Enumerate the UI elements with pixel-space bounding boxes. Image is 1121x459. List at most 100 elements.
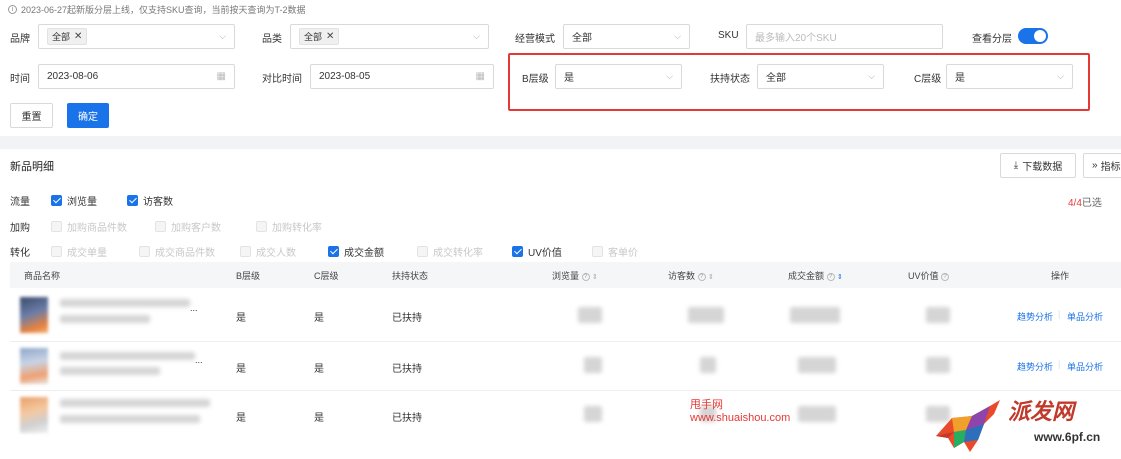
- info-icon: i: [8, 5, 17, 14]
- product-thumbnail: [20, 348, 48, 384]
- chevron-down-icon: ⌵: [219, 31, 226, 41]
- col-views[interactable]: 浏览量 ? ⇕: [552, 269, 598, 282]
- mode-label: 经营模式: [515, 34, 555, 45]
- download-icon: ⤓: [1013, 160, 1019, 171]
- layer-toggle-label: 查看分层: [972, 34, 1012, 45]
- help-icon: ?: [581, 272, 590, 281]
- metric-row-cart: 加购 加购商品件数 加购客户数 加购转化率: [10, 219, 1010, 234]
- sort-icon: ⇕: [592, 274, 598, 281]
- cell-uv-blurred: [926, 307, 950, 323]
- indicator-label: 指标: [1100, 162, 1121, 173]
- chevron-down-icon: ⌵: [1057, 71, 1064, 81]
- metric-row-conversion: 转化 成交单量 成交商品件数 成交人数 成交金额 成交转化率 UV价值 客单价: [10, 244, 1010, 259]
- product-name-blurred: [60, 399, 210, 407]
- mode-value: 全部: [572, 33, 592, 44]
- product-thumbnail: [20, 397, 48, 433]
- checkbox-conversion-rate[interactable]: 成交转化率: [417, 244, 512, 259]
- checkbox-buyers[interactable]: 成交人数: [240, 244, 328, 259]
- col-amount[interactable]: 成交金额 ? ⇕: [788, 269, 843, 282]
- confirm-button[interactable]: 确定: [67, 103, 109, 128]
- cell-amount-blurred: [798, 357, 836, 373]
- product-name-suffix: ...: [195, 355, 203, 365]
- col-b-level: B层级: [236, 271, 261, 281]
- cell-visitors-blurred: [700, 357, 716, 373]
- product-sub-blurred: [60, 367, 160, 375]
- sort-icon: ⇕: [708, 274, 714, 281]
- cell-support: 已扶持: [392, 413, 422, 424]
- tag-close-icon[interactable]: ✕: [74, 31, 82, 42]
- checkbox-amount[interactable]: 成交金额: [328, 244, 417, 259]
- chevron-down-icon: ⌵: [674, 31, 681, 41]
- selected-count: 4/4已选: [1068, 198, 1102, 209]
- sku-input[interactable]: 最多输入20个SKU: [746, 24, 943, 49]
- date-picker[interactable]: 2023-08-06 ▦: [38, 64, 235, 89]
- c-level-value: 是: [955, 73, 965, 84]
- checkbox-avg-price[interactable]: 客单价: [592, 244, 638, 259]
- col-visitors[interactable]: 访客数 ? ⇕: [668, 269, 714, 282]
- trend-analysis-link[interactable]: 趋势分析: [1017, 310, 1053, 323]
- category-label: 品类: [262, 34, 282, 45]
- watermark-site-url: www.shuaishou.com: [690, 412, 791, 424]
- metric-group-label: 流量: [10, 197, 30, 208]
- cell-c-level: 是: [314, 364, 324, 375]
- cell-views-blurred: [578, 307, 602, 323]
- section-divider: [0, 136, 1121, 149]
- brand-tag: 全部 ✕: [47, 28, 88, 45]
- compare-date-label: 对比时间: [262, 74, 302, 85]
- cell-c-level: 是: [314, 413, 324, 424]
- checkbox-views[interactable]: 浏览量: [51, 193, 127, 208]
- checkbox-cart-items[interactable]: 加购商品件数: [51, 219, 155, 234]
- b-level-value: 是: [564, 73, 574, 84]
- single-analysis-link[interactable]: 单品分析: [1067, 310, 1103, 323]
- sku-placeholder: 最多输入20个SKU: [755, 33, 837, 44]
- support-select[interactable]: 全部 ⌵: [757, 64, 884, 89]
- single-analysis-link[interactable]: 单品分析: [1067, 360, 1103, 373]
- c-level-select[interactable]: 是 ⌵: [946, 64, 1073, 89]
- reset-button[interactable]: 重置: [10, 103, 53, 128]
- table-row: ... 是 是 已扶持 趋势分析 | 单品分析: [10, 342, 1121, 390]
- notice-bar: i 2023-06-27起新版分层上线，仅支持SKU查询，当前按天查询为T-2数…: [8, 3, 306, 16]
- chevron-down-icon: ⌵: [868, 71, 875, 81]
- cell-support: 已扶持: [392, 364, 422, 375]
- product-thumbnail: [20, 297, 48, 333]
- product-name-blurred: [60, 352, 195, 360]
- support-value: 全部: [766, 73, 786, 84]
- cell-views-blurred: [584, 357, 602, 373]
- mode-select[interactable]: 全部 ⌵: [563, 24, 690, 49]
- tag-close-icon[interactable]: ✕: [326, 31, 334, 42]
- checkbox-uv-value[interactable]: UV价值: [512, 244, 592, 259]
- trend-analysis-link[interactable]: 趋势分析: [1017, 360, 1053, 373]
- brand-label: 品牌: [10, 34, 30, 45]
- checkbox-cart-rate[interactable]: 加购转化率: [256, 219, 322, 234]
- indicator-button[interactable]: » 指标: [1083, 153, 1121, 178]
- metric-group-label: 加购: [10, 223, 30, 234]
- checkbox-order-items[interactable]: 成交商品件数: [139, 244, 240, 259]
- date-value: 2023-08-06: [47, 71, 99, 82]
- chevron-down-icon: ⌵: [473, 31, 480, 41]
- category-select[interactable]: 全部 ✕ ⌵: [290, 24, 489, 49]
- compare-date-picker[interactable]: 2023-08-05 ▦: [310, 64, 494, 89]
- download-button[interactable]: ⤓ 下载数据: [1000, 153, 1076, 178]
- metric-row-traffic: 流量 浏览量 访客数: [10, 193, 1010, 208]
- layer-toggle[interactable]: [1018, 28, 1048, 44]
- b-level-label: B层级: [522, 74, 549, 85]
- product-sub-blurred: [60, 315, 150, 323]
- logo-text: 派发网: [1008, 399, 1075, 425]
- brand-select[interactable]: 全部 ✕ ⌵: [38, 24, 235, 49]
- help-icon: ?: [941, 272, 950, 281]
- b-level-select[interactable]: 是 ⌵: [555, 64, 682, 89]
- section-title: 新品明细: [10, 161, 54, 173]
- cell-c-level: 是: [314, 313, 324, 324]
- calendar-icon: ▦: [216, 71, 226, 82]
- cell-uv-blurred: [926, 357, 950, 373]
- cell-amount-blurred: [798, 406, 836, 422]
- cell-amount-blurred: [790, 307, 840, 323]
- double-chevron-icon: »: [1092, 160, 1098, 171]
- checkbox-orders[interactable]: 成交单量: [51, 244, 139, 259]
- download-label: 下载数据: [1022, 162, 1063, 173]
- cell-visitors-blurred: [688, 307, 724, 323]
- compare-date-value: 2023-08-05: [319, 71, 371, 82]
- checkbox-cart-customers[interactable]: 加购客户数: [155, 219, 256, 234]
- checkbox-visitors[interactable]: 访客数: [127, 193, 173, 208]
- logo-url: www.6pf.cn: [1034, 430, 1101, 444]
